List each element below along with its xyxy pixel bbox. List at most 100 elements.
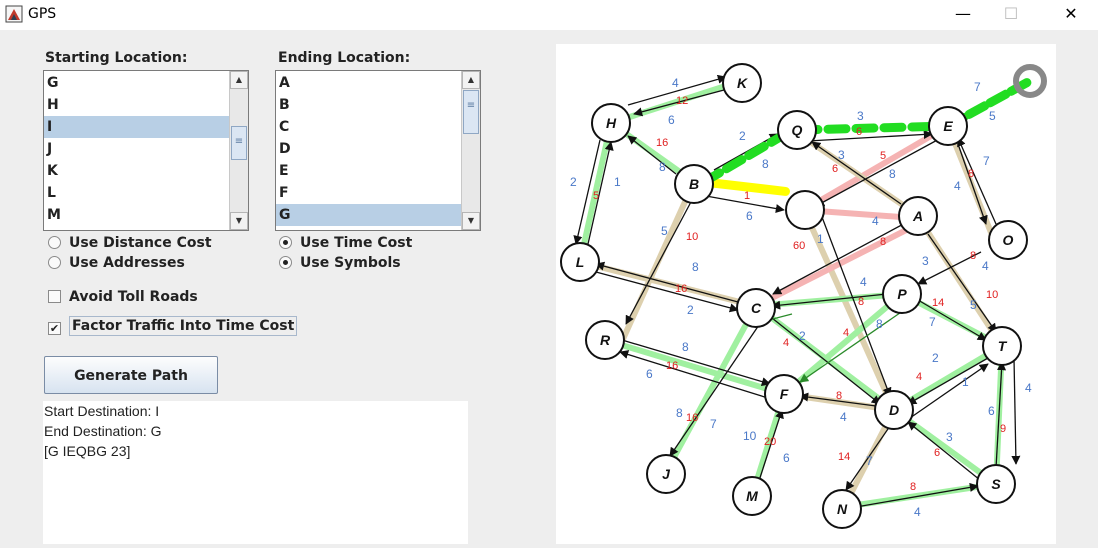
scroll-thumb[interactable]: ≡	[463, 90, 479, 134]
svg-text:6: 6	[668, 113, 675, 127]
radio-icon[interactable]	[48, 256, 61, 269]
start-list-scrollbar[interactable]: ▲ ≡ ▼	[229, 71, 248, 230]
output-line-start: Start Destination: I	[44, 403, 160, 419]
output-line-end: End Destination: G	[44, 423, 162, 439]
svg-text:5: 5	[593, 190, 599, 202]
end-item-d[interactable]: D	[276, 138, 463, 160]
use-distance-cost-label: Use Distance Cost	[69, 235, 212, 251]
start-item-k[interactable]: K	[44, 160, 231, 182]
svg-text:4: 4	[914, 505, 921, 519]
svg-text:4: 4	[840, 410, 847, 424]
end-item-c[interactable]: C	[276, 116, 463, 138]
end-item-b[interactable]: B	[276, 94, 463, 116]
svg-text:3: 3	[946, 430, 953, 444]
start-item-g[interactable]: G	[44, 72, 231, 94]
svg-text:60: 60	[793, 240, 805, 252]
start-item-m[interactable]: M	[44, 204, 231, 226]
use-addresses-label: Use Addresses	[69, 255, 185, 271]
map-canvas[interactable]: H K Q E B A O L P C R T F D J M N S 462 …	[556, 44, 1056, 544]
svg-text:10: 10	[986, 289, 998, 301]
svg-text:3: 3	[838, 148, 845, 162]
starting-location-list[interactable]: G H I J K L M ▲ ≡ ▼	[43, 70, 249, 231]
avoid-toll-roads-option[interactable]: Avoid Toll Roads	[48, 289, 198, 305]
start-item-l[interactable]: L	[44, 182, 231, 204]
scroll-down-icon[interactable]: ▼	[230, 212, 248, 230]
avoid-toll-roads-label: Avoid Toll Roads	[69, 289, 198, 305]
svg-text:8: 8	[659, 160, 666, 174]
node-i[interactable]	[785, 190, 825, 230]
title-bar: GPS — ☐ ✕	[0, 0, 1098, 30]
end-item-g[interactable]: G	[276, 204, 463, 226]
close-button[interactable]: ✕	[1048, 0, 1094, 30]
svg-text:5: 5	[970, 298, 977, 312]
start-item-j[interactable]: J	[44, 138, 231, 160]
svg-text:8: 8	[889, 167, 896, 181]
node-label-r: R	[600, 332, 611, 348]
generate-path-button[interactable]: Generate Path	[44, 356, 218, 394]
svg-text:1: 1	[614, 175, 621, 189]
svg-text:6: 6	[746, 209, 753, 223]
scroll-up-icon[interactable]: ▲	[230, 71, 248, 89]
use-time-cost-option[interactable]: Use Time Cost	[279, 235, 412, 251]
svg-text:20: 20	[764, 436, 776, 448]
svg-text:10: 10	[743, 429, 757, 443]
scroll-up-icon[interactable]: ▲	[462, 71, 480, 89]
maximize-button[interactable]: ☐	[988, 0, 1034, 30]
end-list-scrollbar[interactable]: ▲ ≡ ▼	[461, 71, 480, 230]
end-item-e[interactable]: E	[276, 160, 463, 182]
svg-text:2: 2	[799, 329, 806, 343]
svg-text:4: 4	[860, 275, 867, 289]
radio-selected-icon[interactable]	[279, 256, 292, 269]
svg-text:5: 5	[989, 109, 996, 123]
output-line-path: [G IEQBG 23]	[44, 443, 131, 459]
start-item-h[interactable]: H	[44, 94, 231, 116]
svg-text:8: 8	[858, 296, 864, 308]
svg-text:1: 1	[817, 232, 824, 246]
output-text-area[interactable]: Start Destination: I End Destination: G …	[43, 401, 468, 544]
svg-text:8: 8	[692, 260, 699, 274]
start-item-i[interactable]: I	[44, 116, 231, 138]
node-label-m: M	[746, 488, 758, 504]
use-symbols-option[interactable]: Use Symbols	[279, 255, 401, 271]
minimize-button[interactable]: —	[940, 0, 986, 30]
svg-text:16: 16	[686, 412, 698, 424]
end-item-f[interactable]: F	[276, 182, 463, 204]
svg-text:9: 9	[1000, 423, 1006, 435]
app-icon	[5, 5, 23, 23]
checkbox-icon[interactable]	[48, 290, 61, 303]
svg-text:6: 6	[988, 404, 995, 418]
use-distance-cost-option[interactable]: Use Distance Cost	[48, 235, 212, 251]
checkbox-checked-icon[interactable]: ✔	[48, 322, 61, 335]
svg-text:8: 8	[876, 317, 883, 331]
svg-text:6: 6	[646, 367, 653, 381]
svg-text:10: 10	[686, 231, 698, 243]
ending-location-label: Ending Location:	[278, 50, 411, 66]
radio-selected-icon[interactable]	[279, 236, 292, 249]
node-label-s: S	[991, 476, 1001, 492]
svg-text:8: 8	[676, 406, 683, 420]
svg-text:7: 7	[983, 154, 990, 168]
ending-location-list[interactable]: A B C D E F G ▲ ≡ ▼	[275, 70, 481, 231]
use-addresses-option[interactable]: Use Addresses	[48, 255, 185, 271]
svg-text:4: 4	[982, 259, 989, 273]
svg-text:3: 3	[857, 109, 864, 123]
svg-text:14: 14	[932, 297, 944, 309]
svg-text:6: 6	[832, 163, 838, 175]
node-label-n: N	[837, 501, 848, 517]
scroll-thumb[interactable]: ≡	[231, 126, 247, 160]
factor-traffic-option[interactable]: ✔ Factor Traffic Into Time Cost	[48, 316, 298, 336]
svg-text:4: 4	[954, 179, 961, 193]
starting-location-label: Starting Location:	[45, 50, 188, 66]
svg-text:8: 8	[682, 340, 689, 354]
node-label-t: T	[998, 338, 1008, 354]
svg-text:1: 1	[962, 375, 969, 389]
svg-text:1: 1	[744, 190, 750, 202]
scroll-down-icon[interactable]: ▼	[462, 212, 480, 230]
radio-icon[interactable]	[48, 236, 61, 249]
node-label-e: E	[943, 118, 953, 134]
svg-text:12: 12	[676, 95, 688, 107]
svg-text:5: 5	[661, 224, 668, 238]
node-label-d: D	[889, 402, 899, 418]
svg-text:8: 8	[762, 157, 769, 171]
end-item-a[interactable]: A	[276, 72, 463, 94]
